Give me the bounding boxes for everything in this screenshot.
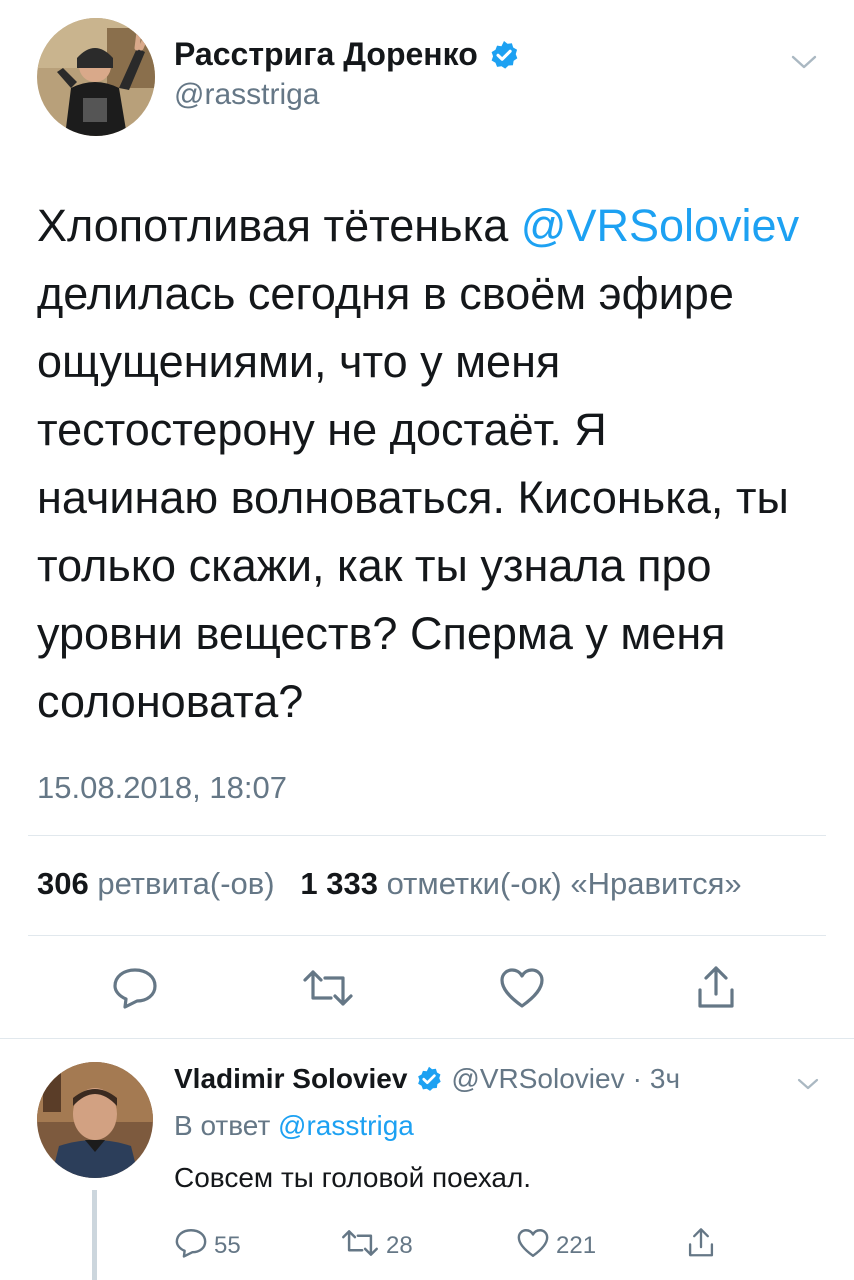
reply-author-avatar[interactable] xyxy=(37,1062,153,1178)
tweet-line: только скажи, как ты узнала про xyxy=(37,540,712,591)
tweet-action-bar xyxy=(0,960,854,1020)
tweet-text: Хлопотливая тётенька @VRSoloviev делилас… xyxy=(37,192,827,736)
mention-link[interactable]: @VRSoloviev xyxy=(521,200,799,251)
tweet-line: ощущениями, что у меня xyxy=(37,336,561,387)
reply-to-label: В ответ xyxy=(174,1110,271,1141)
like-icon xyxy=(516,1227,550,1266)
divider xyxy=(28,935,826,936)
reply-share-button[interactable] xyxy=(686,1224,716,1268)
reply-retweet-button[interactable]: 28 xyxy=(340,1224,413,1268)
reply-like-button[interactable]: 221 xyxy=(516,1224,596,1268)
author-name-text[interactable]: Расстрига Доренко xyxy=(174,36,478,73)
reply-count: 55 xyxy=(214,1232,241,1259)
retweet-count-label[interactable]: ретвита(-ов) xyxy=(97,866,274,901)
tweet-line: уровни веществ? Сперма у меня xyxy=(37,608,726,659)
tweet-line: солоновата? xyxy=(37,676,304,727)
tweet-line: тестостерону не достаёт. Я xyxy=(37,404,607,455)
retweet-icon[interactable] xyxy=(300,960,356,1016)
like-count[interactable]: 1 333 xyxy=(300,866,378,901)
tweet-stats: 306 ретвита(-ов) 1 333 отметки(-ок) «Нра… xyxy=(37,866,742,902)
like-icon[interactable] xyxy=(494,960,550,1016)
tweet-line: начинаю волноваться. Кисонька, ты xyxy=(37,472,789,523)
reply-to-line: В ответ @rasstriga xyxy=(174,1110,414,1142)
chevron-down-icon[interactable] xyxy=(792,1068,824,1100)
divider xyxy=(28,835,826,836)
tweet-line: делилась сегодня в своём эфире xyxy=(37,268,734,319)
tweet-timestamp: 15.08.2018, 18:07 xyxy=(37,770,287,805)
divider xyxy=(0,1038,854,1039)
verified-badge-icon xyxy=(415,1065,443,1093)
chevron-down-icon[interactable] xyxy=(786,44,822,80)
retweet-icon xyxy=(340,1227,380,1266)
share-icon xyxy=(686,1226,716,1267)
author-name[interactable]: Расстрига Доренко xyxy=(174,36,520,73)
reply-icon xyxy=(174,1227,208,1266)
share-icon[interactable] xyxy=(688,960,744,1016)
reply-text: Совсем ты головой поехал. xyxy=(174,1162,532,1193)
separator-dot: · xyxy=(632,1063,642,1094)
reply-icon[interactable] xyxy=(107,960,163,1016)
like-count: 221 xyxy=(556,1232,597,1259)
author-handle[interactable]: @rasstriga xyxy=(174,78,320,112)
like-count-label[interactable]: отметки(-ок) «Нравится» xyxy=(387,866,742,901)
reply-to-mention[interactable]: @rasstriga xyxy=(278,1110,414,1141)
reply-header: Vladimir Soloviev @VRSoloviev · 3ч xyxy=(174,1063,680,1095)
retweet-count: 28 xyxy=(386,1232,413,1259)
reply-time[interactable]: 3ч xyxy=(650,1063,680,1095)
reply-reply-button[interactable]: 55 xyxy=(174,1224,241,1268)
verified-badge-icon xyxy=(488,39,520,71)
reply-author-name[interactable]: Vladimir Soloviev xyxy=(174,1063,407,1095)
tweet-line: Хлопотливая тётенька @VRSoloviev xyxy=(37,200,800,251)
author-avatar[interactable] xyxy=(37,18,155,136)
reply-action-bar: 55 28 221 xyxy=(0,1224,854,1268)
reply-author-handle[interactable]: @VRSoloviev xyxy=(451,1063,624,1095)
retweet-count[interactable]: 306 xyxy=(37,866,89,901)
